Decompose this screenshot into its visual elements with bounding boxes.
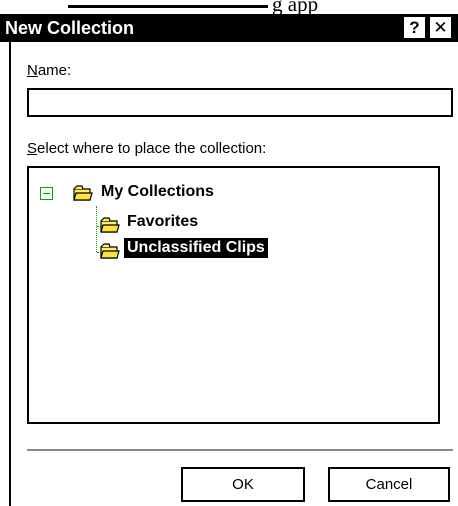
- folder-icon: [100, 243, 120, 259]
- background-document-fragment: g app: [0, 0, 458, 14]
- tree-label-favorites: Favorites: [127, 213, 199, 230]
- name-input[interactable]: [27, 88, 453, 117]
- place-label: Select where to place the collection:: [27, 140, 266, 158]
- name-label-accelerator: N: [27, 62, 38, 79]
- place-label-accelerator: S: [27, 140, 38, 157]
- collection-tree[interactable]: My Collections Favorites Unclassified Cl…: [27, 166, 440, 424]
- background-underline: [68, 5, 268, 8]
- folder-icon: [100, 217, 120, 233]
- tree-node-favorites[interactable]: Favorites: [29, 212, 329, 234]
- cancel-button[interactable]: Cancel: [328, 467, 450, 502]
- new-collection-dialog: New Collection ? ✕ Name: Select where to…: [0, 14, 458, 506]
- help-icon: ?: [409, 18, 420, 37]
- close-icon: ✕: [433, 18, 448, 37]
- dialog-title: New Collection: [5, 18, 135, 38]
- tree-label-unclassified-clips: Unclassified Clips: [124, 238, 268, 258]
- tree-label-my-collections: My Collections: [101, 183, 214, 200]
- ok-button[interactable]: OK: [181, 467, 305, 502]
- place-label-text: elect where to place the collection:: [37, 140, 267, 157]
- title-bar[interactable]: New Collection ? ✕: [0, 14, 458, 42]
- help-button[interactable]: ?: [404, 17, 425, 38]
- background-text: g app: [272, 0, 319, 14]
- folder-icon: [73, 185, 93, 201]
- name-label-text: ame:: [37, 62, 72, 79]
- close-button[interactable]: ✕: [430, 17, 451, 38]
- button-divider: [27, 449, 453, 451]
- name-label: Name:: [27, 62, 71, 80]
- dialog-left-border: [9, 42, 11, 506]
- tree-node-unclassified-clips[interactable]: Unclassified Clips: [29, 238, 329, 260]
- tree-node-my-collections[interactable]: My Collections: [29, 182, 329, 204]
